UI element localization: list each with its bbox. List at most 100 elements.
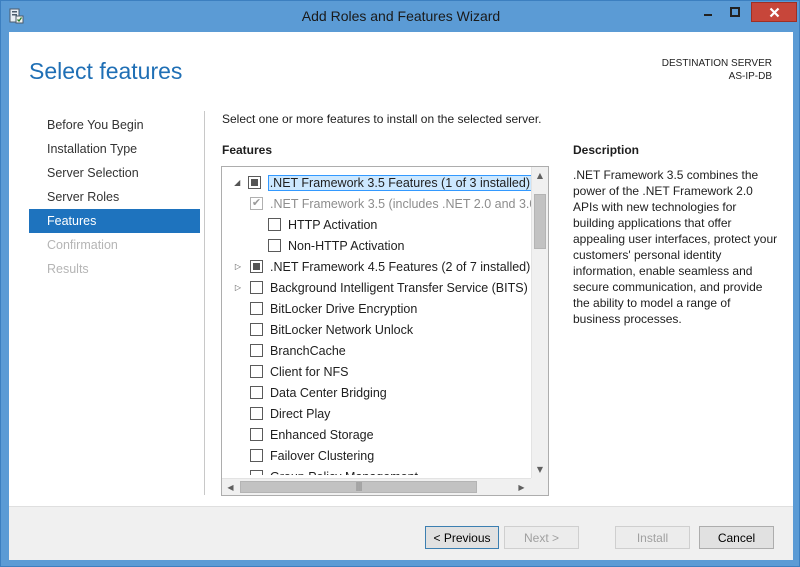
close-button[interactable] (751, 2, 797, 22)
feature-checkbox[interactable] (250, 344, 263, 357)
feature-row[interactable]: Direct Play (222, 403, 532, 424)
horizontal-scroll-thumb[interactable]: ||| (240, 481, 477, 493)
scroll-down-icon[interactable]: ▼ (532, 461, 548, 478)
feature-checkbox[interactable] (250, 407, 263, 420)
vertical-scrollbar[interactable]: ▲ ▼ (531, 167, 548, 478)
features-list: ◢ .NET Framework 3.5 Features (1 of 3 ins… (222, 172, 532, 475)
wizard-content: Select features DESTINATION SERVER AS-IP… (9, 32, 793, 560)
feature-checkbox[interactable] (250, 323, 263, 336)
feature-row[interactable]: Failover Clustering (222, 445, 532, 466)
window-title: Add Roles and Features Wizard (301, 8, 501, 24)
feature-row[interactable]: Data Center Bridging (222, 382, 532, 403)
scroll-right-icon[interactable]: ▶ (513, 479, 530, 495)
feature-checkbox[interactable] (250, 449, 263, 462)
feature-checkbox[interactable] (250, 302, 263, 315)
description-text: .NET Framework 3.5 combines the power of… (573, 168, 778, 326)
feature-row[interactable]: BitLocker Drive Encryption (222, 298, 532, 319)
feature-checkbox[interactable] (250, 470, 263, 475)
minimize-icon (704, 14, 712, 16)
feature-row[interactable]: ▷ Background Intelligent Transfer Service… (222, 277, 532, 298)
feature-label[interactable]: BranchCache (270, 344, 346, 358)
feature-checkbox[interactable] (250, 428, 263, 441)
feature-label[interactable]: Client for NFS (270, 365, 349, 379)
feature-checkbox[interactable] (250, 365, 263, 378)
feature-label[interactable]: BitLocker Network Unlock (270, 323, 413, 337)
nav-item-server-roles[interactable]: Server Roles (29, 185, 200, 209)
feature-checkbox: ✔ (250, 197, 263, 210)
nav-item-before-you-begin[interactable]: Before You Begin (29, 113, 200, 137)
feature-row[interactable]: Client for NFS (222, 361, 532, 382)
feature-label[interactable]: .NET Framework 3.5 Features (1 of 3 inst… (267, 174, 532, 191)
feature-label[interactable]: HTTP Activation (288, 218, 377, 232)
scroll-up-icon[interactable]: ▲ (532, 167, 548, 184)
feature-row[interactable]: ◢ .NET Framework 3.5 Features (1 of 3 ins… (222, 172, 532, 193)
minimize-button[interactable] (695, 2, 721, 22)
nav-item-installation-type[interactable]: Installation Type (29, 137, 200, 161)
feature-label[interactable]: BitLocker Drive Encryption (270, 302, 417, 316)
close-icon (769, 7, 779, 17)
feature-checkbox[interactable] (247, 176, 261, 189)
feature-label[interactable]: .NET Framework 4.5 Features (2 of 7 inst… (270, 260, 530, 274)
nav-item-results: Results (47, 262, 89, 276)
feature-checkbox[interactable] (268, 239, 281, 252)
description-heading: Description (573, 143, 640, 157)
maximize-icon (730, 7, 740, 17)
destination-value: AS-IP-DB (728, 71, 772, 82)
feature-label[interactable]: Background Intelligent Transfer Service … (270, 281, 528, 295)
feature-row[interactable]: HTTP Activation (222, 214, 532, 235)
scroll-corner (531, 478, 548, 495)
feature-label[interactable]: .NET Framework 3.5 (includes .NET 2.0 an… (270, 197, 532, 211)
nav-item-confirmation: Confirmation (47, 238, 118, 252)
instruction-text: Select one or more features to install o… (222, 112, 542, 126)
feature-label[interactable]: Enhanced Storage (270, 428, 374, 442)
maximize-button[interactable] (722, 2, 748, 22)
feature-label[interactable]: Non-HTTP Activation (288, 239, 404, 253)
feature-checkbox[interactable] (250, 260, 263, 273)
features-heading: Features (222, 143, 273, 157)
nav-item-server-selection[interactable]: Server Selection (29, 161, 200, 185)
feature-label[interactable]: Group Policy Management (270, 470, 418, 476)
features-tree[interactable]: ◢ .NET Framework 3.5 Features (1 of 3 ins… (221, 166, 549, 496)
expanded-arrow-icon[interactable]: ◢ (232, 177, 242, 189)
collapsed-arrow-icon[interactable]: ▷ (232, 282, 244, 294)
collapsed-arrow-icon[interactable]: ▷ (232, 261, 244, 273)
feature-row[interactable]: BranchCache (222, 340, 532, 361)
page-title: Select features (29, 58, 183, 84)
title-bar[interactable]: Add Roles and Features Wizard (1, 1, 800, 32)
vertical-scroll-thumb[interactable] (534, 194, 546, 249)
feature-row[interactable]: Non-HTTP Activation (222, 235, 532, 256)
destination-label: DESTINATION SERVER (661, 58, 772, 69)
feature-row[interactable]: BitLocker Network Unlock (222, 319, 532, 340)
wizard-window: Add Roles and Features Wizard Select fea… (0, 0, 800, 567)
feature-label[interactable]: Failover Clustering (270, 449, 374, 463)
feature-row[interactable]: ▷ .NET Framework 4.5 Features (2 of 7 ins… (222, 256, 532, 277)
next-button: Next > (504, 526, 579, 549)
nav-item-features[interactable]: Features (29, 209, 200, 233)
destination-server: DESTINATION SERVER AS-IP-DB (662, 57, 772, 83)
feature-row[interactable]: Group Policy Management (222, 466, 532, 475)
install-button: Install (615, 526, 690, 549)
feature-row[interactable]: ✔ .NET Framework 3.5 (includes .NET 2.0 a… (222, 193, 532, 214)
feature-checkbox[interactable] (268, 218, 281, 231)
cancel-button[interactable]: Cancel (699, 526, 774, 549)
horizontal-scrollbar[interactable]: ◀ ||| ▶ (222, 478, 548, 495)
feature-checkbox[interactable] (250, 281, 263, 294)
feature-checkbox[interactable] (250, 386, 263, 399)
wizard-nav: Before You Begin Installation Type Serve… (29, 113, 200, 281)
feature-label[interactable]: Data Center Bridging (270, 386, 387, 400)
scroll-left-icon[interactable]: ◀ (222, 479, 239, 495)
nav-divider (204, 111, 205, 495)
feature-label[interactable]: Direct Play (270, 407, 330, 421)
previous-button[interactable]: < Previous (425, 526, 499, 549)
feature-row[interactable]: Enhanced Storage (222, 424, 532, 445)
